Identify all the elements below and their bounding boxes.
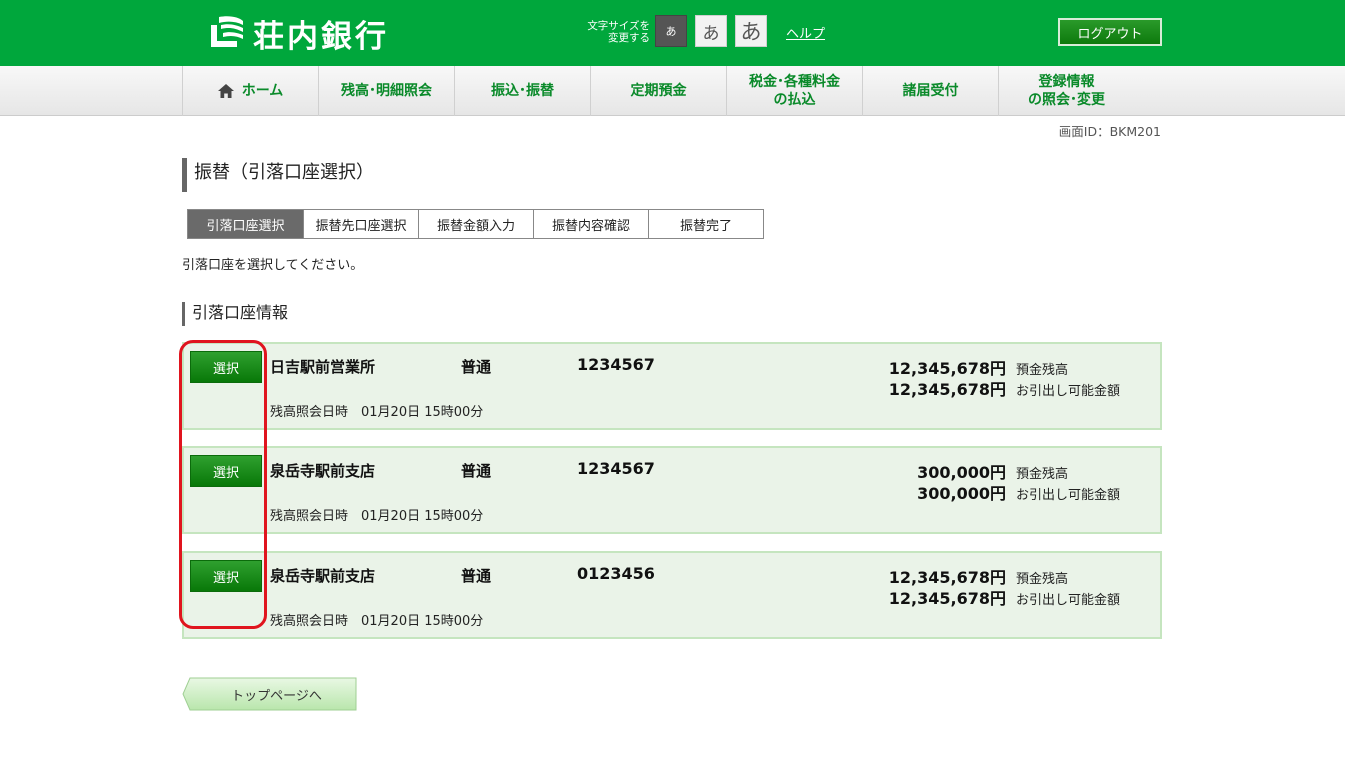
account-card: 選択 泉岳寺駅前支店 普通 1234567 300,000円 預金残高 300,…	[182, 446, 1162, 534]
help-link[interactable]: ヘルプ	[786, 23, 825, 42]
nav-item-time-deposit-label: 定期預金	[630, 83, 687, 99]
logout-button[interactable]: ログアウト	[1058, 18, 1162, 46]
available-label: お引出し可能金額	[1016, 488, 1121, 503]
nav-item-notifications-label: 諸届受付	[902, 83, 959, 99]
available-row: 12,345,678円 お引出し可能金額	[846, 376, 1126, 400]
account-type: 普通	[461, 462, 492, 480]
screen-id: 画面ID：BKM201	[1058, 124, 1161, 139]
nav-item-tax-line1: 税金･各種料金	[749, 74, 840, 90]
nav-item-transfer[interactable]: 振込･振替	[454, 66, 590, 116]
account-type: 普通	[461, 358, 492, 376]
page-title: 振替（引落口座選択）	[182, 158, 374, 192]
nav-item-notifications[interactable]: 諸届受付	[862, 66, 998, 116]
nav-item-registration-line2: の照会･変更	[1028, 92, 1105, 108]
nav-item-balance[interactable]: 残高･明細照会	[318, 66, 454, 116]
select-button[interactable]: 選択	[190, 455, 262, 487]
font-size-medium-button[interactable]: あ	[695, 15, 727, 47]
inquiry-datetime: 残高照会日時 01月20日 15時00分	[270, 614, 484, 629]
nav-item-balance-label: 残高･明細照会	[341, 83, 432, 99]
font-size-label: 文字サイズを 変更する	[578, 20, 650, 44]
available-amount: 12,345,678円	[888, 589, 1006, 608]
account-card: 選択 泉岳寺駅前支店 普通 0123456 12,345,678円 預金残高 1…	[182, 551, 1162, 639]
header-bar: 荘内銀行 文字サイズを 変更する あ あ あ ヘルプ ログアウト	[0, 0, 1345, 66]
nav-item-home-label: ホーム	[241, 83, 284, 99]
home-icon	[217, 84, 234, 98]
back-to-top-button[interactable]: トップページへ	[182, 677, 357, 711]
branch-name: 泉岳寺駅前支店	[270, 462, 376, 480]
nav-item-time-deposit[interactable]: 定期預金	[590, 66, 726, 116]
inquiry-datetime: 残高照会日時 01月20日 15時00分	[270, 509, 484, 524]
select-button[interactable]: 選択	[190, 351, 262, 383]
nav-item-tax-payment[interactable]: 税金･各種料金 の払込	[726, 66, 862, 116]
progress-steps: 引落口座選択 振替先口座選択 振替金額入力 振替内容確認 振替完了	[187, 209, 764, 239]
inquiry-datetime: 残高照会日時 01月20日 15時00分	[270, 405, 484, 420]
account-number: 0123456	[577, 564, 655, 583]
available-row: 300,000円 お引出し可能金額	[846, 480, 1126, 504]
nav-item-home[interactable]: ホーム	[182, 66, 318, 116]
bank-name: 荘内銀行	[253, 18, 389, 55]
font-size-small-button[interactable]: あ	[655, 15, 687, 47]
nav-item-tax-line2: の払込	[773, 92, 816, 108]
account-number: 1234567	[577, 459, 655, 478]
step: 振替内容確認	[533, 210, 648, 238]
step: 振替完了	[648, 210, 763, 238]
available-amount: 300,000円	[917, 484, 1006, 503]
font-size-label-line2: 変更する	[608, 32, 650, 44]
step: 振替先口座選択	[303, 210, 418, 238]
account-number: 1234567	[577, 355, 655, 374]
section-title: 引落口座情報	[182, 302, 288, 326]
branch-name: 日吉駅前営業所	[270, 358, 376, 376]
branch-name: 泉岳寺駅前支店	[270, 567, 376, 585]
back-to-top-label: トップページへ	[231, 688, 322, 704]
available-amount: 12,345,678円	[888, 380, 1006, 399]
available-label: お引出し可能金額	[1016, 384, 1121, 399]
available-label: お引出し可能金額	[1016, 593, 1121, 608]
available-row: 12,345,678円 お引出し可能金額	[846, 585, 1126, 609]
select-button[interactable]: 選択	[190, 560, 262, 592]
font-size-large-button[interactable]: あ	[735, 15, 767, 47]
account-card: 選択 日吉駅前営業所 普通 1234567 12,345,678円 預金残高 1…	[182, 342, 1162, 430]
nav-item-transfer-label: 振込･振替	[491, 83, 554, 99]
account-type: 普通	[461, 567, 492, 585]
main-nav: ホーム 残高･明細照会 振込･振替 定期預金 税金･各種料金 の払込 諸届受付 …	[0, 66, 1345, 116]
bank-logo-icon	[205, 13, 245, 53]
nav-item-registration-line1: 登録情報	[1038, 74, 1095, 90]
font-size-label-line1: 文字サイズを	[587, 20, 650, 32]
nav-item-registration[interactable]: 登録情報 の照会･変更	[998, 66, 1134, 116]
step-current: 引落口座選択	[188, 210, 303, 238]
bank-logo[interactable]: 荘内銀行	[205, 12, 389, 55]
instruction-text: 引落口座を選択してください。	[182, 258, 364, 273]
step: 振替金額入力	[418, 210, 533, 238]
